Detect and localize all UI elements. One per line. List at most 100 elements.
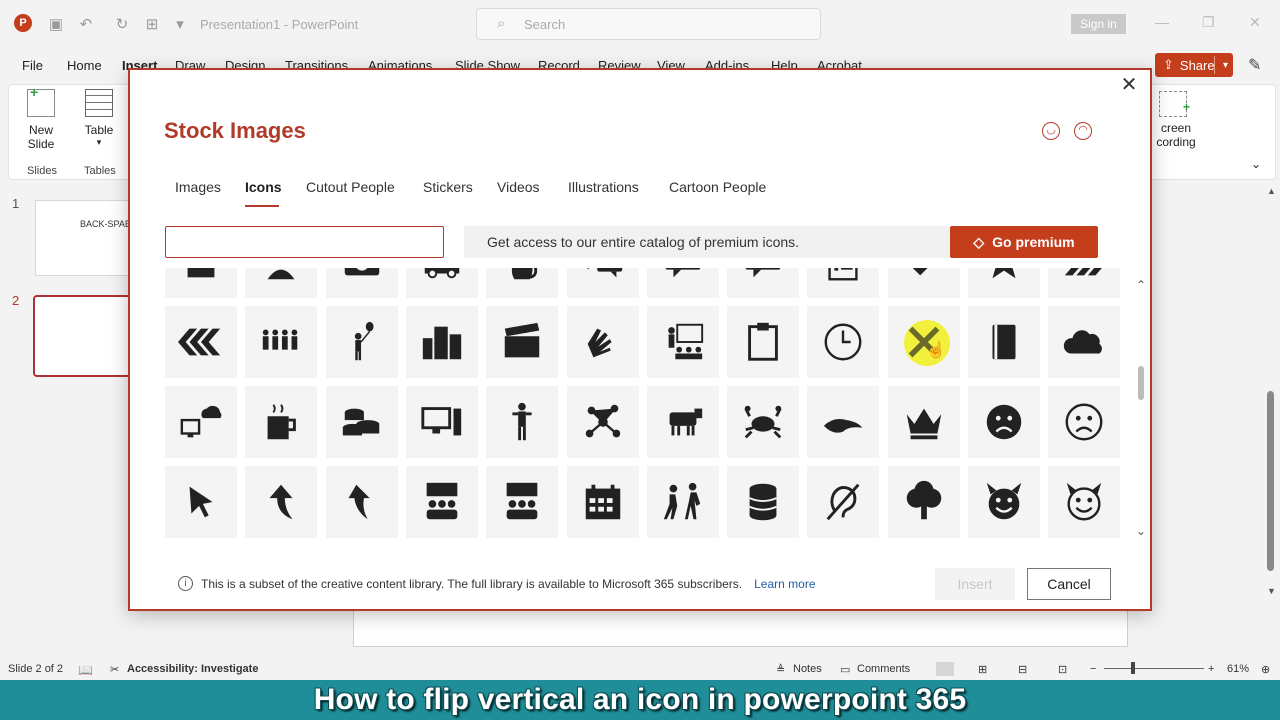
slide-thumbnail-1[interactable]: BACK-SPAE [35,200,131,276]
icon-tile-dancing-couple[interactable] [647,466,719,538]
insert-button[interactable]: Insert [935,568,1015,600]
icon-tile-coffee-mug[interactable] [245,386,317,458]
icon-tile-curved-arrow-left[interactable] [326,466,398,538]
sign-in-button[interactable]: Sign in [1071,14,1126,34]
tab-images[interactable]: Images [175,179,221,195]
smile-feedback-icon[interactable]: ◡ [1042,122,1060,140]
icon-tile-ear-deaf[interactable] [807,466,879,538]
slide-sorter-icon[interactable]: ⊞ [978,663,987,676]
icon-tile-coins[interactable] [326,386,398,458]
slide-thumbnail-2[interactable] [33,295,131,377]
tab-cartoon-people[interactable]: Cartoon People [669,179,766,195]
icon-tile-calendar[interactable] [567,466,639,538]
icon-tile-checklist[interactable] [807,268,879,298]
icon-tile-person-standing[interactable] [486,386,558,458]
icon-tile-crocodile[interactable] [807,386,879,458]
screen-recording-button[interactable]: + creen cording [1151,91,1201,149]
icon-tile-comment-dots-2[interactable] [727,268,799,298]
tab-cutout-people[interactable]: Cutout People [306,179,395,195]
icon-tile-notebook[interactable] [968,306,1040,378]
presenter-icon[interactable]: ⊞ [142,14,162,34]
icon-tile-cloud-computer[interactable] [165,386,237,458]
icon-grid-scrollbar[interactable]: ⌃ ⌄ [1133,268,1151,560]
icon-tile-close-x[interactable]: ☝ [888,306,960,378]
icon-tile-molecule[interactable] [567,386,639,458]
spelling-icon[interactable]: 📖 [78,663,93,677]
redo-icon[interactable]: ↻ [112,14,132,34]
save-icon[interactable]: ▣ [46,14,66,34]
icon-tile-group-people[interactable] [245,306,317,378]
new-slide-button[interactable]: + New Slide [21,84,61,151]
close-window-icon[interactable]: ✕ [1249,14,1261,31]
notes-button[interactable]: Notes [793,663,822,675]
tab-videos[interactable]: Videos [497,179,540,195]
icon-tile-clapping-hands[interactable] [567,306,639,378]
go-premium-button[interactable]: ◇ Go premium [950,226,1098,258]
learn-more-link[interactable]: Learn more [754,577,815,591]
tab-file[interactable]: File [22,58,43,73]
icon-tile-cow[interactable] [647,386,719,458]
icon-tile-clipboard[interactable] [727,306,799,378]
icon-tile-sad-face-filled[interactable] [968,386,1040,458]
tab-illustrations[interactable]: Illustrations [568,179,639,195]
icon-tile-chevrons-right[interactable] [1048,268,1120,298]
icon-tile-crown[interactable] [888,386,960,458]
comments-pane-icon[interactable]: ✎ [1248,55,1261,75]
slide-canvas[interactable] [353,605,1128,647]
zoom-out-icon[interactable]: − [1090,663,1096,675]
reading-view-icon[interactable]: ⊟ [1018,663,1027,676]
icon-tile-chevrons-left[interactable] [165,306,237,378]
dialog-close-icon[interactable]: ✕ [1118,74,1140,96]
fit-to-window-icon[interactable]: ⊕ [1261,663,1270,676]
icon-tile-database[interactable] [727,466,799,538]
icon-tile-hands-star[interactable] [968,268,1040,298]
icon-tile-person-balloon[interactable] [326,306,398,378]
icon-tile-curved-arrow-up[interactable] [245,466,317,538]
restore-icon[interactable]: ❐ [1202,14,1215,31]
ribbon-collapse-icon[interactable]: ⌄ [1251,157,1261,171]
icon-tile-cursor-arrow[interactable] [165,466,237,538]
zoom-slider-thumb[interactable] [1131,662,1135,674]
slideshow-icon[interactable]: ⊡ [1058,663,1067,676]
icon-tile-cloud[interactable] [1048,306,1120,378]
frown-feedback-icon[interactable]: ◠ [1074,122,1092,140]
icon-tile-crab[interactable] [727,386,799,458]
undo-icon[interactable]: ↶ [76,14,96,34]
zoom-level[interactable]: 61% [1227,663,1249,675]
icon-tile-cat[interactable] [486,268,558,298]
cancel-button[interactable]: Cancel [1027,568,1111,600]
icon-tile-comment-dots[interactable] [647,268,719,298]
share-button[interactable]: ⇪ Share ▾ [1155,53,1233,77]
minimize-icon[interactable]: — [1155,14,1169,30]
zoom-slider[interactable] [1104,668,1204,669]
zoom-in-icon[interactable]: + [1208,663,1214,675]
icon-tile-tree[interactable] [888,466,960,538]
icon-tile-computer-desktop[interactable] [406,386,478,458]
comments-button[interactable]: Comments [857,663,910,675]
search-input[interactable]: ⌕ Search [476,8,821,40]
icon-tile-birthday-cake[interactable] [165,268,237,298]
customize-toolbar-icon[interactable]: ▾ [170,14,190,34]
tab-stickers[interactable]: Stickers [423,179,473,195]
icon-tile-city-buildings[interactable] [406,306,478,378]
share-dropdown-icon[interactable]: ▾ [1223,60,1228,71]
icon-search-input[interactable] [165,226,444,258]
icon-tile-clock[interactable] [807,306,879,378]
tab-icons[interactable]: Icons [245,179,282,195]
table-button[interactable]: Table ▾ [79,89,119,148]
icon-tile-presentation-meeting-2[interactable] [486,466,558,538]
icon-tile-sad-face-outline[interactable] [1048,386,1120,458]
normal-view-icon[interactable] [936,662,954,676]
icon-tile-camera[interactable] [326,268,398,298]
icon-tile-clapperboard[interactable] [486,306,558,378]
icon-tile-checkmark[interactable] [888,268,960,298]
icon-tile-chat-bubbles[interactable] [567,268,639,298]
icon-tile-presentation-meeting[interactable] [406,466,478,538]
icon-tile-classroom-teacher[interactable] [647,306,719,378]
icon-tile-car[interactable] [406,268,478,298]
icon-tile-devil-face-outline[interactable] [1048,466,1120,538]
tab-home[interactable]: Home [67,58,102,73]
accessibility-status[interactable]: Accessibility: Investigate [127,663,258,675]
editor-scrollbar[interactable]: ▲ ▼ [1266,186,1276,636]
icon-tile-devil-face-filled[interactable] [968,466,1040,538]
